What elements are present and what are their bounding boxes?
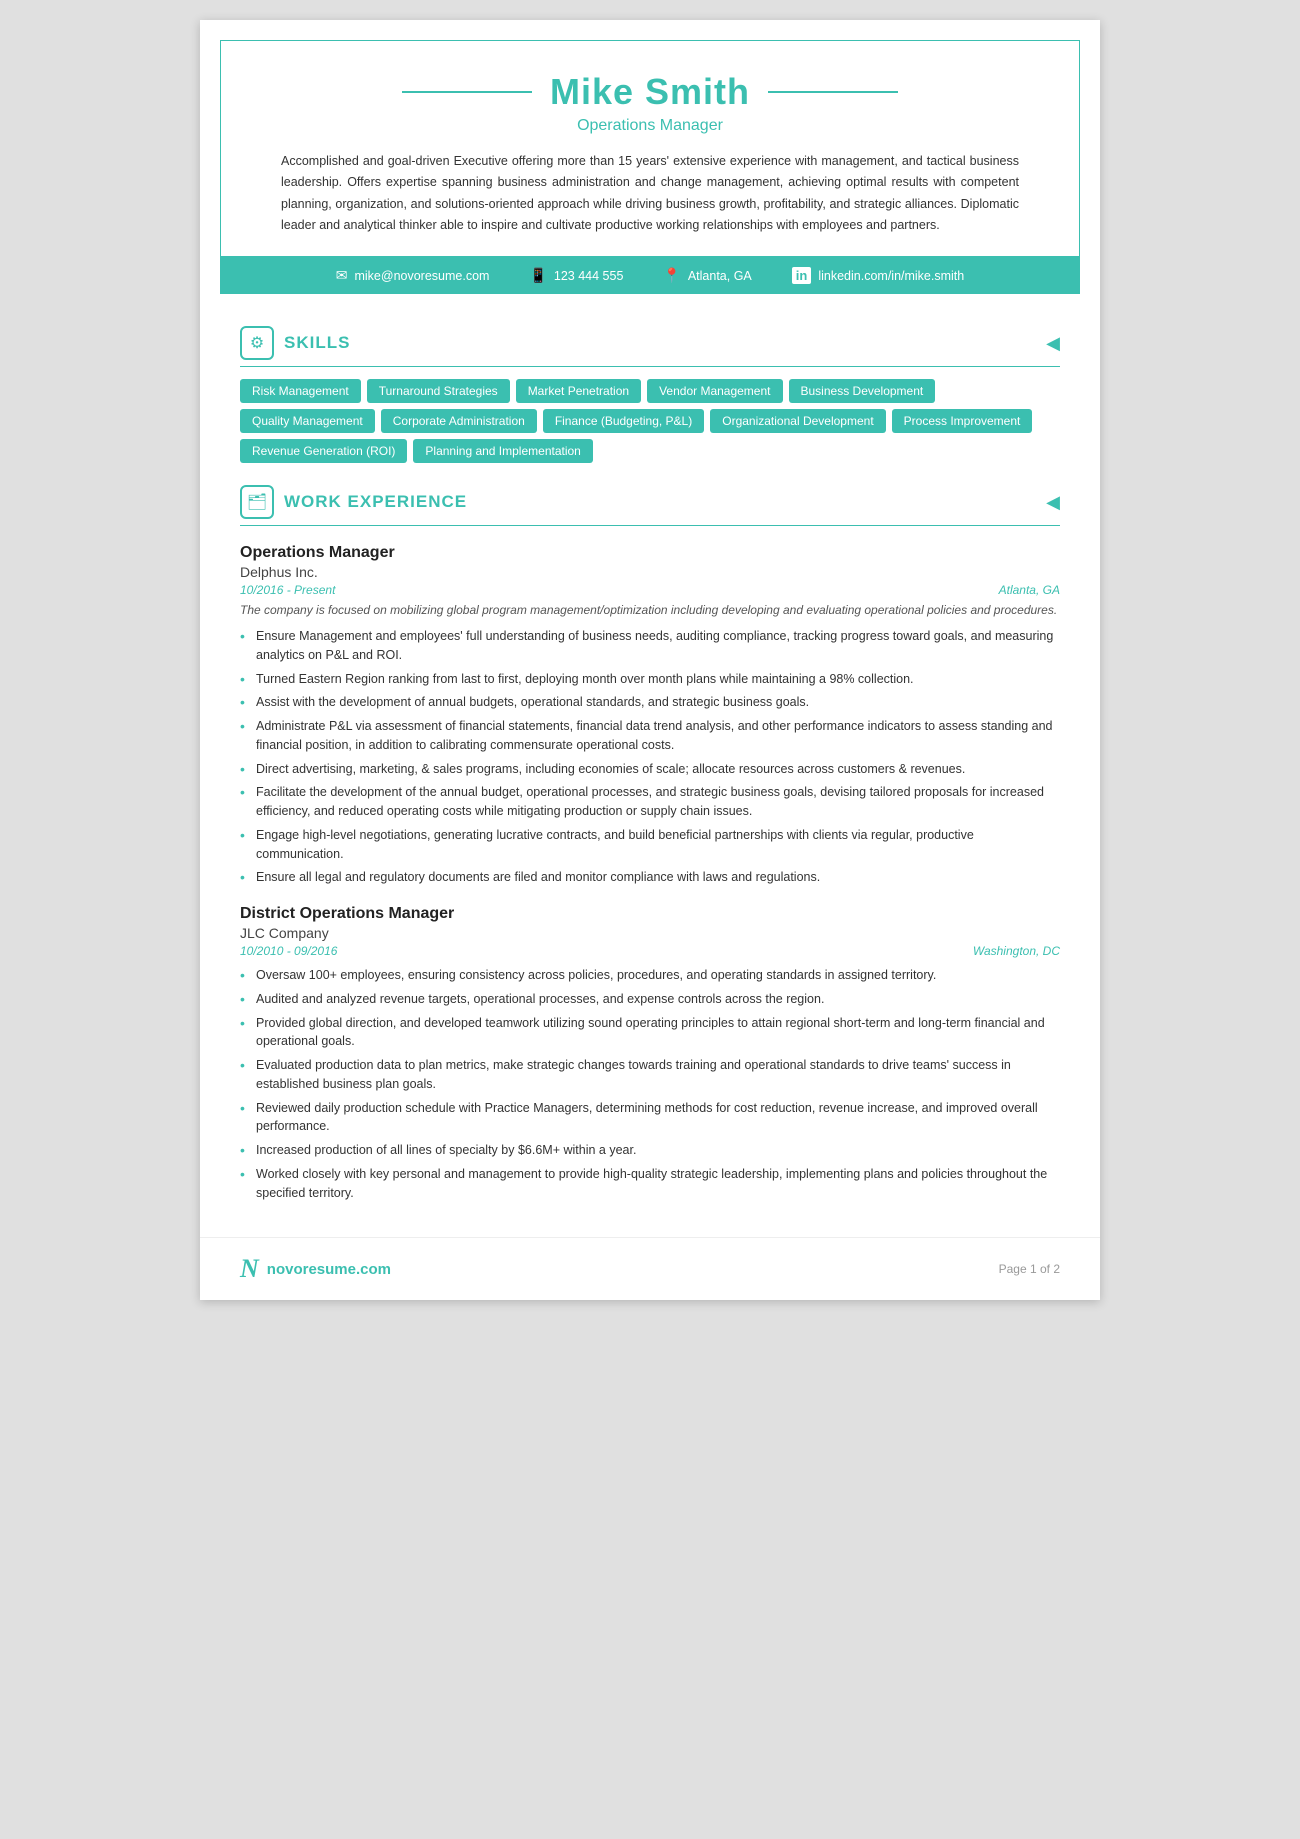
bullet-item: Evaluated production data to plan metric…	[240, 1056, 1060, 1094]
job-title-text: Operations Manager	[240, 544, 1060, 562]
work-icon: 🗂	[240, 485, 274, 519]
bullet-item: Assist with the development of annual bu…	[240, 693, 1060, 712]
name-row: Mike Smith	[281, 71, 1019, 113]
skill-tag: Revenue Generation (ROI)	[240, 439, 407, 463]
job-location: Atlanta, GA	[999, 583, 1060, 597]
contact-linkedin: in linkedin.com/in/mike.smith	[792, 267, 964, 284]
skill-tag: Organizational Development	[710, 409, 885, 433]
skill-tag: Planning and Implementation	[413, 439, 592, 463]
job-description: The company is focused on mobilizing glo…	[240, 601, 1060, 619]
skill-tag: Risk Management	[240, 379, 361, 403]
skill-tag: Quality Management	[240, 409, 375, 433]
bullet-item: Worked closely with key personal and man…	[240, 1165, 1060, 1203]
bullet-list: Ensure Management and employees' full un…	[240, 627, 1060, 887]
contact-bar: ✉ mike@novoresume.com 📱 123 444 555 📍 At…	[220, 257, 1080, 294]
header-section: Mike Smith Operations Manager Accomplish…	[220, 40, 1080, 257]
email-text: mike@novoresume.com	[354, 269, 489, 283]
bullet-item: Administrate P&L via assessment of finan…	[240, 717, 1060, 755]
skill-tag: Vendor Management	[647, 379, 782, 403]
bullet-item: Turned Eastern Region ranking from last …	[240, 670, 1060, 689]
job-dates: 10/2010 - 09/2016	[240, 944, 337, 958]
skill-tag: Process Improvement	[892, 409, 1033, 433]
job-meta: 10/2016 - Present Atlanta, GA	[240, 583, 1060, 597]
skill-tag: Finance (Budgeting, P&L)	[543, 409, 704, 433]
job-entry: District Operations Manager JLC Company …	[240, 905, 1060, 1202]
skills-icon: ⚙	[240, 326, 274, 360]
logo-n-icon: N	[240, 1254, 259, 1284]
bullet-item: Direct advertising, marketing, & sales p…	[240, 760, 1060, 779]
job-meta: 10/2010 - 09/2016 Washington, DC	[240, 944, 1060, 958]
candidate-title: Operations Manager	[281, 117, 1019, 135]
footer-brand: novoresume.com	[267, 1261, 391, 1278]
bullet-item: Increased production of all lines of spe…	[240, 1141, 1060, 1160]
resume-page: Mike Smith Operations Manager Accomplish…	[200, 20, 1100, 1300]
footer-logo: N novoresume.com	[240, 1254, 391, 1284]
bullet-item: Engage high-level negotiations, generati…	[240, 826, 1060, 864]
bullet-item: Reviewed daily production schedule with …	[240, 1099, 1060, 1137]
bullet-item: Ensure all legal and regulatory document…	[240, 868, 1060, 887]
skill-tag: Turnaround Strategies	[367, 379, 510, 403]
candidate-summary: Accomplished and goal-driven Executive o…	[281, 151, 1019, 236]
skill-tag: Business Development	[789, 379, 936, 403]
skills-section-header: ⚙ SKILLS ◀	[240, 326, 1060, 367]
linkedin-text: linkedin.com/in/mike.smith	[818, 269, 964, 283]
bullet-item: Facilitate the development of the annual…	[240, 783, 1060, 821]
candidate-name: Mike Smith	[550, 71, 750, 113]
company-name: Delphus Inc.	[240, 564, 1060, 580]
bullet-item: Audited and analyzed revenue targets, op…	[240, 990, 1060, 1009]
bullet-item: Ensure Management and employees' full un…	[240, 627, 1060, 665]
footer: N novoresume.com Page 1 of 2	[200, 1237, 1100, 1300]
email-icon: ✉	[336, 267, 348, 284]
contact-email: ✉ mike@novoresume.com	[336, 267, 490, 284]
header-line-left	[402, 91, 532, 93]
job-title-text: District Operations Manager	[240, 905, 1060, 923]
jobs-container: Operations Manager Delphus Inc. 10/2016 …	[240, 544, 1060, 1202]
skills-arrow: ◀	[1046, 333, 1060, 354]
page-number: Page 1 of 2	[999, 1262, 1060, 1276]
work-title: WORK EXPERIENCE	[284, 492, 467, 512]
contact-phone: 📱 123 444 555	[529, 267, 623, 284]
linkedin-icon: in	[792, 267, 812, 284]
bullet-list: Oversaw 100+ employees, ensuring consist…	[240, 966, 1060, 1202]
work-arrow: ◀	[1046, 492, 1060, 513]
content-area: ⚙ SKILLS ◀ Risk ManagementTurnaround Str…	[200, 294, 1100, 1227]
bullet-item: Oversaw 100+ employees, ensuring consist…	[240, 966, 1060, 985]
location-icon: 📍	[663, 267, 680, 284]
phone-text: 123 444 555	[554, 269, 624, 283]
location-text: Atlanta, GA	[688, 269, 752, 283]
company-name: JLC Company	[240, 925, 1060, 941]
skill-tag: Corporate Administration	[381, 409, 537, 433]
work-section-header: 🗂 WORK EXPERIENCE ◀	[240, 485, 1060, 526]
contact-location: 📍 Atlanta, GA	[663, 267, 751, 284]
job-location: Washington, DC	[973, 944, 1060, 958]
job-entry: Operations Manager Delphus Inc. 10/2016 …	[240, 544, 1060, 887]
phone-icon: 📱	[529, 267, 546, 284]
skills-title: SKILLS	[284, 333, 350, 353]
job-dates: 10/2016 - Present	[240, 583, 335, 597]
skill-tag: Market Penetration	[516, 379, 641, 403]
bullet-item: Provided global direction, and developed…	[240, 1014, 1060, 1052]
header-line-right	[768, 91, 898, 93]
skills-grid: Risk ManagementTurnaround StrategiesMark…	[240, 379, 1060, 463]
